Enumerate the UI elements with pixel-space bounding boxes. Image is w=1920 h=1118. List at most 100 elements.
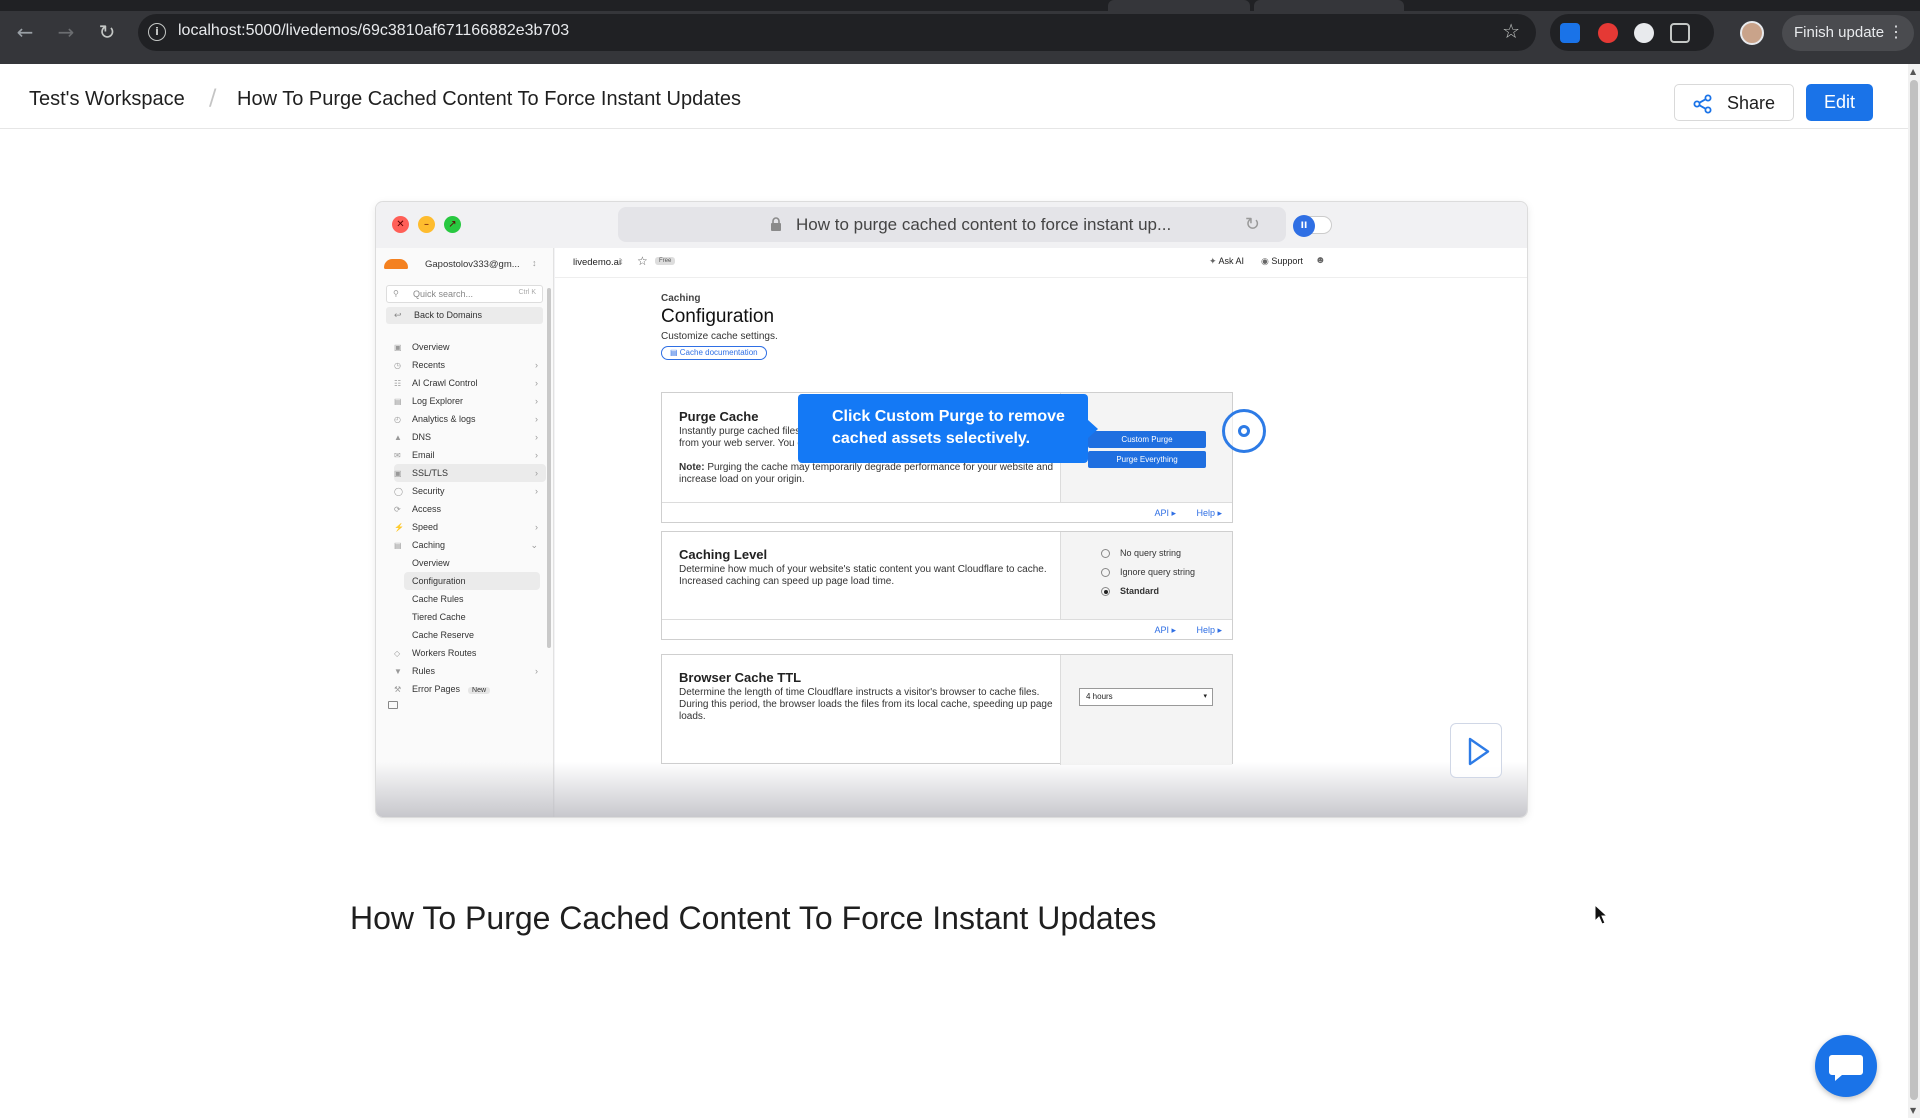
cf-nav-recents[interactable]: ◷ Recents › <box>394 356 546 374</box>
ttl-desc-2: During this period, the browser loads th… <box>679 699 1053 710</box>
cache-documentation-link[interactable]: ▤ Cache documentation <box>661 346 767 360</box>
more-menu-icon[interactable]: ⋮ <box>1888 15 1904 51</box>
minimize-icon[interactable]: – <box>418 216 435 233</box>
section-label: Caching <box>661 293 701 304</box>
cf-nav-workers-routes[interactable]: ◇ Workers Routes <box>394 644 546 662</box>
back-to-domains[interactable]: ↩ Back to Domains <box>386 307 543 324</box>
custom-purge-button[interactable]: Custom Purge <box>1088 431 1206 448</box>
domain-selector[interactable]: livedemo.ai <box>573 257 621 268</box>
cf-sub-cache-rules[interactable]: Cache Rules <box>412 590 548 608</box>
help-link[interactable]: Help ▸ <box>1196 508 1222 519</box>
cf-sub-tiered-cache[interactable]: Tiered Cache <box>412 608 548 626</box>
autoplay-toggle[interactable]: II <box>1293 215 1332 237</box>
url-text[interactable]: localhost:5000/livedemos/69c3810af671166… <box>178 22 569 40</box>
profile-avatar[interactable] <box>1740 21 1764 45</box>
radio-no-query-string[interactable]: No query string <box>1101 548 1181 559</box>
scrollbar-thumb[interactable] <box>1910 80 1918 1100</box>
scroll-down-icon[interactable]: ▼ <box>1910 1106 1916 1115</box>
bookmark-star-icon[interactable]: ☆ <box>1502 19 1520 43</box>
forward-icon[interactable]: → <box>54 20 78 44</box>
demo-address-bar: How to purge cached content to force ins… <box>618 207 1286 242</box>
cf-nav-speed[interactable]: ⚡ Speed › <box>394 518 546 536</box>
wrench-icon: ⚒ <box>394 685 402 694</box>
cf-nav-email[interactable]: ✉ Email › <box>394 446 546 464</box>
help-circle-icon: ◉ <box>1261 256 1272 266</box>
extensions-puzzle-icon[interactable] <box>1670 23 1690 43</box>
reload-icon[interactable]: ↻ <box>95 20 119 44</box>
ask-ai-link[interactable]: ✦ Ask AI <box>1209 256 1244 267</box>
extension-cookie-icon[interactable] <box>1634 23 1654 43</box>
api-link[interactable]: API ▸ <box>1154 508 1176 519</box>
ttl-select[interactable]: 4 hours ▾ <box>1079 688 1213 706</box>
cf-sidebar: Gapostolov333@gm... ↕ ⚲ Quick search... … <box>376 248 554 817</box>
cf-nav-rules[interactable]: ▼ Rules › <box>394 662 546 680</box>
extensions-group <box>1550 14 1714 51</box>
app-header: Test's Workspace / How To Purge Cached C… <box>0 64 1908 129</box>
cf-nav-analytics[interactable]: ◴ Analytics & logs › <box>394 410 546 428</box>
demo-window[interactable]: ✕ – ↗ How to purge cached content to for… <box>375 201 1528 818</box>
cf-nav-log-explorer[interactable]: ▤ Log Explorer › <box>394 392 546 410</box>
extension-red-icon[interactable] <box>1598 23 1618 43</box>
overview-icon: ▣ <box>394 343 402 352</box>
new-badge: New <box>468 687 491 694</box>
click-target-indicator[interactable] <box>1222 409 1266 453</box>
cf-nav-ai-crawl[interactable]: ☷ AI Crawl Control › <box>394 374 546 392</box>
cf-nav-ssl-tls[interactable]: ▣ SSL/TLS › <box>394 464 546 482</box>
site-info-icon[interactable]: i <box>148 23 166 41</box>
nav-label: Analytics & logs <box>412 414 476 424</box>
favorite-star-icon[interactable]: ☆ <box>637 254 648 268</box>
nav-label: Workers Routes <box>412 648 477 658</box>
cf-nav-dns[interactable]: ▲ DNS › <box>394 428 546 446</box>
cf-sub-overview[interactable]: Overview <box>412 554 548 572</box>
account-name[interactable]: Gapostolov333@gm... <box>425 259 520 270</box>
cf-sub-configuration[interactable]: Configuration <box>404 572 540 590</box>
page-scrollbar[interactable]: ▲ ▼ <box>1908 64 1920 1118</box>
radio-ignore-query-string[interactable]: Ignore query string <box>1101 567 1195 578</box>
robot-icon: ☷ <box>394 379 402 388</box>
nav-label: Speed <box>412 522 439 532</box>
play-button[interactable] <box>1450 723 1502 778</box>
api-link[interactable]: API ▸ <box>1154 625 1176 636</box>
api-label: API <box>1154 508 1169 518</box>
browser-tab[interactable] <box>1254 0 1404 11</box>
back-icon[interactable]: ← <box>13 20 37 44</box>
scroll-up-icon[interactable]: ▲ <box>1910 67 1916 76</box>
domain-switch-icon[interactable]: ↕ <box>619 256 624 266</box>
share-button[interactable]: Share <box>1674 84 1794 121</box>
edit-button[interactable]: Edit <box>1806 84 1873 121</box>
chevron-right-icon: › <box>535 360 538 370</box>
demo-reload-icon[interactable]: ↻ <box>1245 207 1260 242</box>
breadcrumb-separator: / <box>209 86 217 111</box>
support-link[interactable]: ◉ Support <box>1261 256 1303 267</box>
browser-cache-ttl-card: 4 hours ▾ Browser Cache TTL Determine th… <box>661 654 1233 765</box>
sidebar-scrollbar[interactable] <box>547 288 551 648</box>
collapse-sidebar-icon[interactable] <box>388 701 398 709</box>
purge-everything-button[interactable]: Purge Everything <box>1088 451 1206 468</box>
account-switch-icon[interactable]: ↕ <box>532 258 537 268</box>
quick-search-input[interactable]: ⚲ Quick search... Ctrl K <box>386 285 543 303</box>
cf-nav-overview[interactable]: ▣ Overview <box>394 338 546 356</box>
analytics-icon: ◴ <box>394 415 401 424</box>
clock-icon: ◷ <box>394 361 401 370</box>
chevron-right-icon: › <box>535 396 538 406</box>
ttl-select-value: 4 hours <box>1086 692 1113 701</box>
maximize-icon[interactable]: ↗ <box>444 216 461 233</box>
chevron-right-icon: › <box>535 468 538 478</box>
cf-sub-cache-reserve[interactable]: Cache Reserve <box>412 626 548 644</box>
extension-video-icon[interactable] <box>1560 23 1580 43</box>
help-link[interactable]: Help ▸ <box>1196 625 1222 636</box>
user-icon[interactable]: ☻ <box>1315 255 1326 266</box>
cf-nav-error-pages[interactable]: ⚒ Error Pages New <box>394 680 546 698</box>
cf-nav-security[interactable]: ◯ Security › <box>394 482 546 500</box>
radio-icon <box>1101 568 1110 578</box>
cf-nav-access[interactable]: ⟳ Access <box>394 500 546 518</box>
finish-update-button[interactable]: Finish update ⋮ <box>1782 15 1914 51</box>
address-bar[interactable]: i localhost:5000/livedemos/69c3810af6711… <box>138 14 1536 51</box>
chat-button[interactable] <box>1815 1035 1877 1097</box>
close-icon[interactable]: ✕ <box>392 216 409 233</box>
browser-tab[interactable] <box>1108 0 1250 11</box>
radio-standard[interactable]: Standard <box>1101 586 1159 597</box>
breadcrumb-workspace[interactable]: Test's Workspace <box>29 88 185 111</box>
breadcrumb-page-title: How To Purge Cached Content To Force Ins… <box>237 88 741 110</box>
cf-nav-caching[interactable]: ▤ Caching ⌄ <box>394 536 546 554</box>
